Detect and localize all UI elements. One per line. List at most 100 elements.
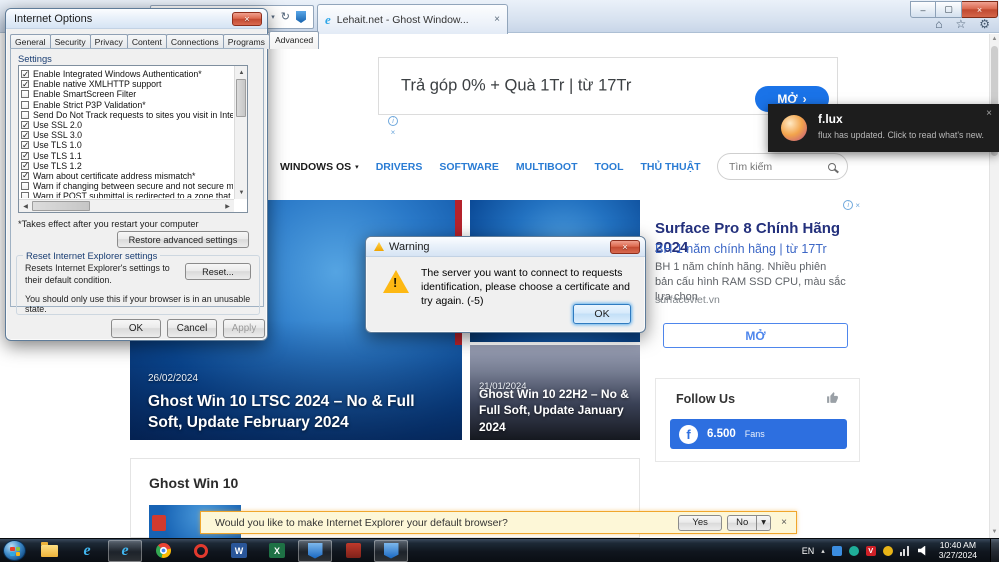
checkbox[interactable] <box>21 100 29 109</box>
nav-item-tool[interactable]: TOOL <box>595 161 624 173</box>
tab-close-icon[interactable]: × <box>494 14 500 25</box>
checkbox[interactable] <box>21 120 29 130</box>
taskbar-clock[interactable]: 10:40 AM 3/27/2024 <box>939 540 977 560</box>
tray-app-icon[interactable] <box>848 545 859 556</box>
tab-privacy[interactable]: Privacy <box>89 34 128 49</box>
tray-app-icon[interactable] <box>882 545 893 556</box>
nav-item-software[interactable]: SOFTWARE <box>439 161 499 173</box>
setting-row[interactable]: Use SSL 3.0 <box>21 130 233 140</box>
facebook-fans-button[interactable]: f 6.500 Fans <box>670 419 847 449</box>
hidden-icons-arrow[interactable]: ▴ <box>821 547 825 555</box>
tab-connections[interactable]: Connections <box>165 34 224 49</box>
checkbox[interactable] <box>21 110 29 119</box>
reset-button[interactable]: Reset... <box>185 263 251 280</box>
taskbar-shield-app-2[interactable] <box>374 539 408 562</box>
setting-row[interactable]: Warn about certificate address mismatch* <box>21 171 233 181</box>
checkbox[interactable] <box>21 192 29 198</box>
checkbox[interactable] <box>21 182 29 191</box>
horizontal-scrollbar[interactable]: ◀ ▶ <box>19 199 234 212</box>
tab-advanced[interactable]: Advanced <box>268 31 320 49</box>
minimize-button[interactable]: – <box>910 1 936 18</box>
setting-row[interactable]: Send Do Not Track requests to sites you … <box>21 110 233 120</box>
ad-open-button[interactable]: MỞ <box>663 323 848 348</box>
tab-programs[interactable]: Programs <box>222 34 270 49</box>
scroll-down-icon[interactable]: ▼ <box>235 186 248 199</box>
maximize-button[interactable]: ▢ <box>936 1 962 18</box>
favorites-star-icon[interactable]: ☆ <box>955 18 966 30</box>
ad-close-icon[interactable]: × <box>855 201 860 210</box>
volume-icon[interactable] <box>917 545 926 556</box>
post-title[interactable]: Ghost Win 10 LTSC 2024 – No & Full Soft,… <box>148 391 444 434</box>
setting-row[interactable]: Enable Strict P3P Validation* <box>21 100 233 110</box>
nav-item-windows-os[interactable]: WINDOWS OS ▾ <box>280 161 359 173</box>
ad-close-icon[interactable]: × <box>391 128 396 137</box>
sidebar-ad[interactable]: i × Surface Pro 8 Chính Hãng 2024 BH 1 n… <box>655 198 860 360</box>
taskbar-red-app[interactable] <box>336 540 370 562</box>
ok-button[interactable]: OK <box>111 319 161 338</box>
nav-item-thu-thuat[interactable]: THỦ THUẬT <box>641 161 701 173</box>
show-desktop-button[interactable] <box>990 539 999 562</box>
flux-notification[interactable]: f.lux flux has updated. Click to read wh… <box>768 104 999 152</box>
restore-advanced-settings-button[interactable]: Restore advanced settings <box>117 231 249 248</box>
taskbar-shield-app[interactable] <box>298 539 332 562</box>
tab-content[interactable]: Content <box>126 34 167 49</box>
internet-options-titlebar[interactable]: Internet Options <box>6 9 267 29</box>
scrollbar-thumb[interactable] <box>236 79 246 117</box>
taskbar-opera[interactable] <box>184 540 218 562</box>
apply-button[interactable]: Apply <box>223 319 265 338</box>
checkbox[interactable] <box>21 151 29 161</box>
tab-general[interactable]: General <box>10 34 51 49</box>
section-title[interactable]: Ghost Win 10 <box>149 475 238 491</box>
scroll-up-icon[interactable]: ▲ <box>235 66 248 79</box>
taskbar-word[interactable]: W <box>222 540 256 562</box>
unikey-icon[interactable]: V <box>865 545 876 556</box>
setting-row[interactable]: Use TLS 1.0 <box>21 140 233 151</box>
setting-row[interactable]: Warn if changing between secure and not … <box>21 181 233 191</box>
setting-row[interactable]: Use SSL 2.0 <box>21 120 233 130</box>
language-indicator[interactable]: EN <box>802 546 815 556</box>
setting-row[interactable]: Enable SmartScreen Filter <box>21 89 233 99</box>
nav-item-multiboot[interactable]: MULTIBOOT <box>516 161 578 173</box>
checkbox[interactable] <box>21 90 29 99</box>
taskbar-internet-explorer[interactable]: e <box>70 540 104 562</box>
tools-gear-icon[interactable]: ⚙ <box>979 18 990 30</box>
search-dropdown-icon[interactable]: ▾ <box>271 13 275 21</box>
taskbar-internet-explorer-open[interactable]: e <box>108 539 142 562</box>
setting-row[interactable]: Use TLS 1.2 <box>21 161 233 171</box>
taskbar-excel[interactable]: X <box>260 540 294 562</box>
ad-info-icon[interactable]: i <box>388 116 398 126</box>
checkbox[interactable] <box>21 171 29 181</box>
scroll-right-icon[interactable]: ▶ <box>221 200 234 213</box>
checkbox[interactable] <box>21 140 29 151</box>
checkbox[interactable] <box>21 69 29 79</box>
ad-info-icon[interactable]: i <box>843 200 854 210</box>
site-search[interactable] <box>717 153 848 180</box>
no-dropdown-icon[interactable]: ▾ <box>757 514 772 531</box>
warning-close-button[interactable]: × <box>610 240 640 254</box>
browser-tab[interactable]: e Lehait.net - Ghost Window... × <box>317 4 508 34</box>
yes-button[interactable]: Yes <box>678 514 723 531</box>
settings-listbox[interactable]: Enable Integrated Windows Authentication… <box>18 65 248 213</box>
close-button[interactable]: × <box>962 1 998 18</box>
search-icon[interactable] <box>828 162 836 171</box>
nav-item-drivers[interactable]: DRIVERS <box>376 161 423 173</box>
bar-close-icon[interactable]: × <box>781 517 787 528</box>
cancel-button[interactable]: Cancel <box>167 319 217 338</box>
featured-post-bottom-right[interactable]: 21/01/2024 Ghost Win 10 22H2 – No & Full… <box>470 345 640 440</box>
post-title[interactable]: Ghost Win 10 22H2 – No & Full Soft, Upda… <box>479 386 633 436</box>
scroll-left-icon[interactable]: ◀ <box>19 200 32 213</box>
scroll-down-icon[interactable]: ▼ <box>990 527 999 538</box>
checkbox[interactable] <box>21 161 29 171</box>
checkbox[interactable] <box>21 130 29 140</box>
setting-row[interactable]: Enable native XMLHTTP support <box>21 79 233 89</box>
start-button[interactable] <box>3 540 26 561</box>
tab-security[interactable]: Security <box>49 34 91 49</box>
home-icon[interactable]: ⌂ <box>935 18 942 30</box>
taskbar-chrome[interactable] <box>146 540 180 562</box>
scrollbar-thumb[interactable] <box>32 201 90 211</box>
warning-ok-button[interactable]: OK <box>573 304 631 324</box>
setting-row[interactable]: Enable Integrated Windows Authentication… <box>21 69 233 79</box>
setting-row[interactable]: Use TLS 1.1 <box>21 151 233 161</box>
network-icon[interactable] <box>899 545 911 556</box>
setting-row[interactable]: Warn if POST submittal is redirected to … <box>21 191 233 198</box>
